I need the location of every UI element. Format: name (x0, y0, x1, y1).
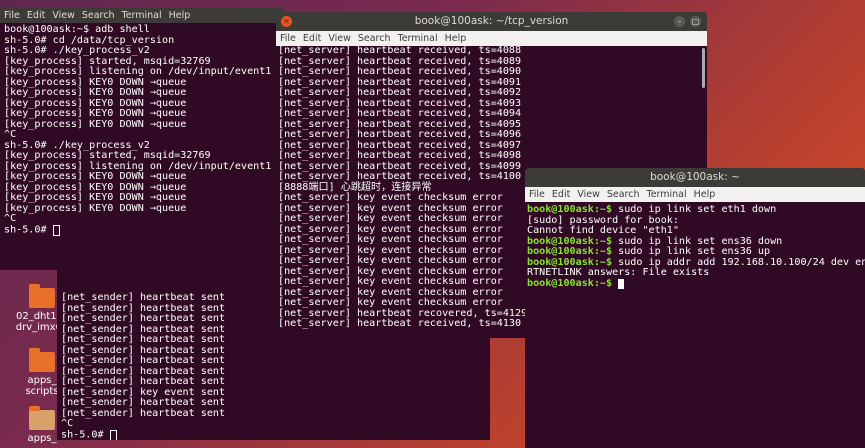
terminal-line: sh-5.0# ./key_process_v2 (4, 45, 150, 56)
menubar: File Edit View Search Terminal Help (276, 31, 707, 46)
terminal-line: [key_process] listening on /dev/input/ev… (4, 66, 272, 77)
terminal-line: [net_sender] heartbeat sent (61, 355, 226, 366)
text-cursor (618, 279, 625, 289)
terminal-line: book@100ask:~$ adb shell (4, 24, 150, 35)
menu-item-view[interactable]: View (52, 10, 75, 21)
menu-item-terminal[interactable]: Terminal (647, 189, 687, 200)
text-cursor (52, 224, 60, 236)
menubar: File Edit View Search Terminal Help (525, 187, 865, 202)
maximize-icon[interactable]: □ (690, 16, 701, 27)
terminal-line: [key_process] KEY0 DOWN →queue (4, 171, 187, 182)
terminal-adb-shell[interactable]: File Edit View Search Terminal Help book@100a… (0, 8, 283, 270)
command-text: [sudo] password for book: (527, 214, 679, 226)
shell-prompt: book@100ask:~$ (527, 277, 613, 289)
window-title: book@100ask: ~/tcp_version (414, 15, 569, 27)
terminal-line: sh-5.0# (61, 429, 110, 440)
terminal-line: [key_process] KEY0 DOWN →queue (4, 118, 187, 130)
title-bar[interactable]: ✕ book@100ask: ~/tcp_version – □ (276, 12, 707, 31)
menu-item-search[interactable]: Search (82, 10, 115, 21)
menu-item-search[interactable]: Search (607, 189, 640, 200)
window-title: book@100ask: ~ (650, 171, 740, 183)
menu-item-edit[interactable]: Edit (303, 33, 321, 44)
menu-item-terminal[interactable]: Terminal (122, 10, 162, 21)
terminal-line: [net_sender] heartbeat sent (61, 397, 226, 408)
text-cursor (109, 429, 117, 440)
terminal-line: [net_sender] heartbeat sent (61, 376, 226, 387)
close-icon[interactable]: ✕ (281, 16, 292, 27)
menu-item-help[interactable]: Help (169, 10, 191, 21)
minimize-icon[interactable]: – (674, 16, 685, 27)
terminal-line: [net_server] heartbeat received, ts=4094 (278, 108, 522, 119)
terminal-home[interactable]: book@100ask: ~ File Edit View Search Termina… (525, 168, 865, 448)
terminal-line: [net_server] heartbeat received, ts=4092 (278, 87, 522, 98)
terminal-line: book@100ask:~$ (527, 277, 865, 289)
shell-prompt: book@100ask:~$ (527, 204, 613, 215)
terminal-line: ^C (4, 129, 17, 140)
terminal-line: [key_process] started, msqid=32769 (4, 150, 211, 161)
terminal-line: [key_process] KEY0 DOWN →queue (4, 108, 187, 119)
terminal-line: [key_process] KEY0 DOWN →queue (4, 192, 187, 203)
folder-icon (29, 284, 55, 308)
terminal-line: ^C (61, 418, 74, 429)
menu-item-terminal[interactable]: Terminal (398, 33, 438, 44)
terminal-line: [net_server] heartbeat received, ts=4096 (278, 129, 522, 140)
menubar: File Edit View Search Terminal Help (0, 8, 283, 23)
command-text: sudo ip addr add 192.168.10.100/24 dev e… (612, 256, 865, 268)
menu-item-view[interactable]: View (577, 189, 600, 200)
command-text: sudo ip link set ens36 up (612, 246, 771, 257)
terminal-line: [net_server] heartbeat received, ts=4090 (278, 66, 522, 77)
menu-item-help[interactable]: Help (694, 189, 716, 200)
command-text: RTNETLINK answers: File exists (527, 267, 710, 278)
terminal-line: sh-5.0# (4, 224, 53, 235)
folder-icon (29, 406, 55, 430)
command-text: sudo ip link set eth1 down (612, 204, 777, 215)
menu-item-file[interactable]: File (4, 10, 20, 21)
terminal-line: [net_server] heartbeat received, ts=4098 (278, 150, 522, 161)
command-text: Cannot find device "eth1" (527, 225, 679, 236)
terminal-output: book@100ask:~$ adb shell sh-5.0# cd /data… (0, 23, 283, 236)
terminal-line: [net_server] heartbeat received, ts=4088 (278, 45, 522, 56)
menu-item-edit[interactable]: Edit (27, 10, 45, 21)
terminal-output: book@100ask:~$ sudo ip link set eth1 dow… (525, 202, 865, 289)
terminal-line: [key_process] KEY0 DOWN →queue (4, 87, 187, 98)
menu-item-file[interactable]: File (280, 33, 296, 44)
terminal-line: [net_sender] heartbeat sent (61, 407, 226, 419)
menu-item-view[interactable]: View (328, 33, 351, 44)
shell-prompt: book@100ask:~$ (527, 256, 613, 268)
menu-item-file[interactable]: File (529, 189, 545, 200)
scrollbar[interactable] (702, 48, 705, 88)
shell-prompt: book@100ask:~$ (527, 235, 613, 247)
menu-item-help[interactable]: Help (445, 33, 467, 44)
command-text: sudo ip link set ens36 down (612, 235, 783, 247)
menu-item-edit[interactable]: Edit (552, 189, 570, 200)
menu-item-search[interactable]: Search (358, 33, 391, 44)
shell-prompt: book@100ask:~$ (527, 246, 613, 257)
title-bar[interactable]: book@100ask: ~ (525, 168, 865, 187)
terminal-line: [key_process] KEY0 DOWN →queue (4, 202, 187, 214)
folder-icon (29, 348, 55, 372)
terminal-line: ^C (4, 213, 17, 224)
